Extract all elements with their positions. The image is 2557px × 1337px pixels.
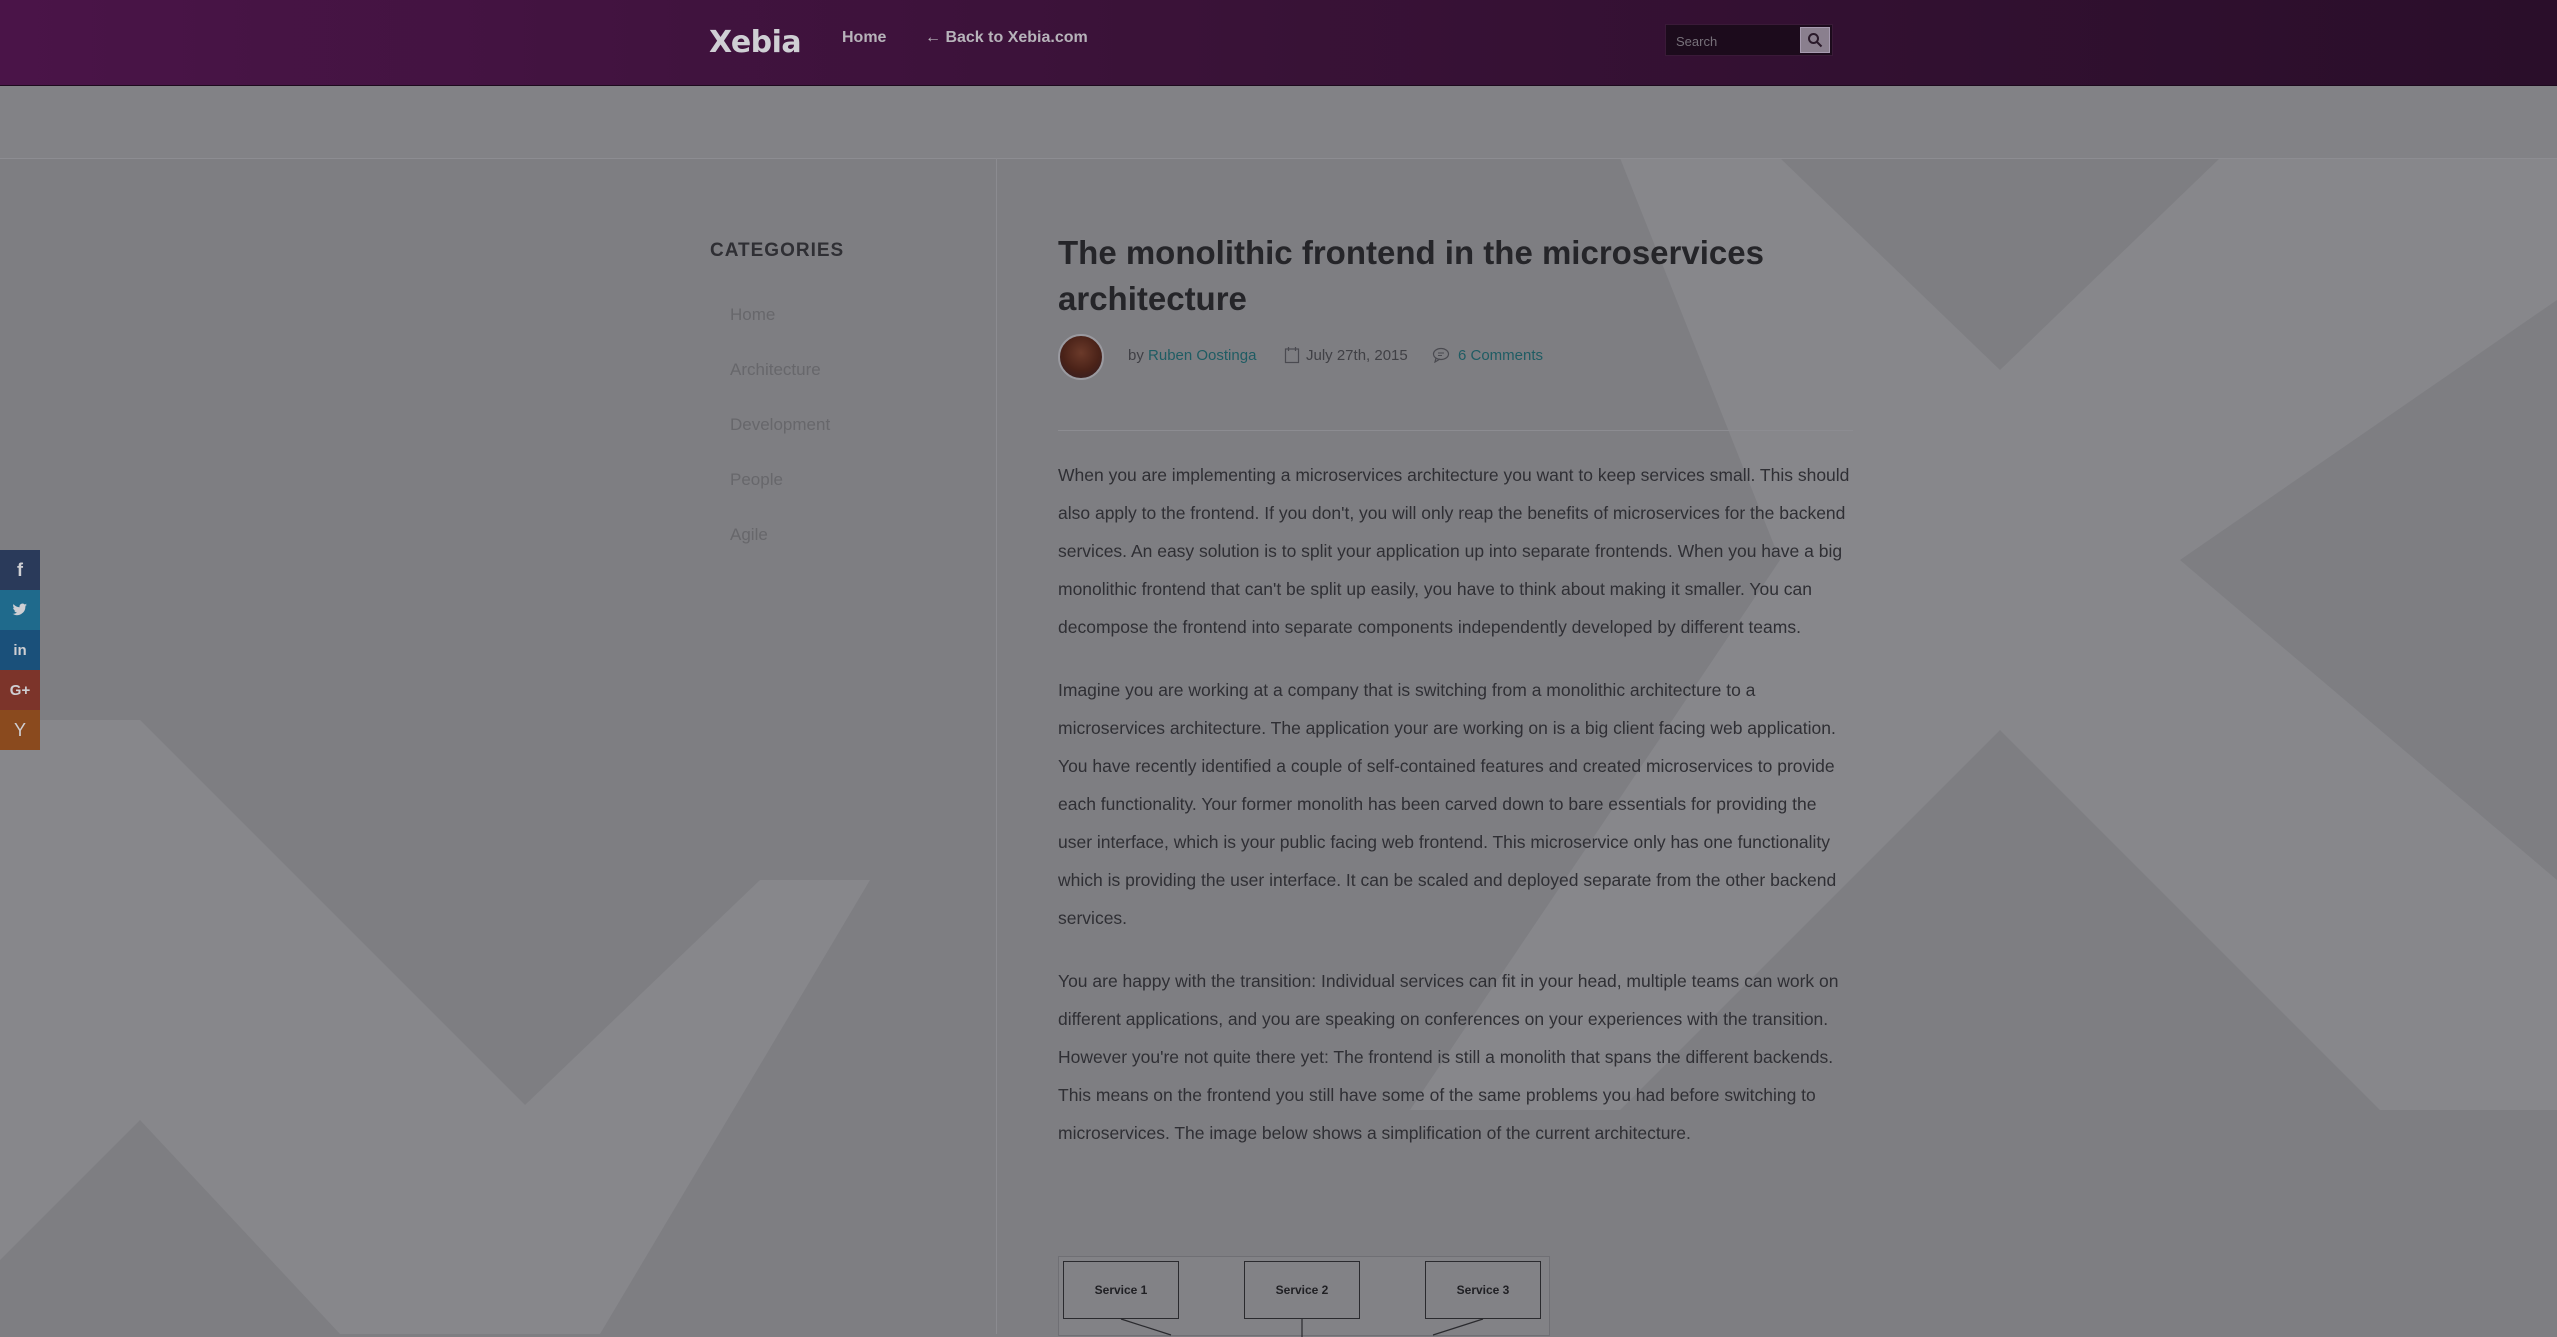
article-title: The monolithic frontend in the microserv… bbox=[1058, 234, 1764, 317]
author-avatar[interactable] bbox=[1058, 334, 1104, 380]
category-item-home[interactable]: Home bbox=[730, 305, 830, 360]
meta-divider bbox=[1058, 430, 1853, 431]
article-meta: by Ruben Oostinga July 27th, 2015 6 Comm… bbox=[1058, 334, 1853, 398]
category-item-agile[interactable]: Agile bbox=[730, 525, 830, 580]
categories-heading: CATEGORIES bbox=[710, 240, 845, 261]
nav-home-link[interactable]: Home bbox=[842, 29, 886, 47]
comments-link[interactable]: 6 Comments bbox=[1458, 347, 1543, 364]
category-item-development[interactable]: Development bbox=[730, 415, 830, 470]
search-input[interactable] bbox=[1674, 29, 1798, 53]
category-item-people[interactable]: People bbox=[730, 470, 830, 525]
author-link[interactable]: Ruben Oostinga bbox=[1148, 347, 1256, 364]
twitter-share-button[interactable] bbox=[0, 590, 40, 630]
calendar-icon bbox=[1284, 347, 1300, 364]
paragraph-2: Imagine you are working at a company tha… bbox=[1058, 680, 1837, 928]
logo-text: Xebia bbox=[709, 24, 802, 60]
byline-prefix: by bbox=[1128, 347, 1144, 364]
comments-icon bbox=[1432, 347, 1450, 363]
architecture-diagram: Service 1 Service 2 Service 3 bbox=[1058, 1256, 1550, 1337]
hacker-news-share-button[interactable]: Y bbox=[0, 710, 40, 750]
hacker-news-icon: Y bbox=[13, 719, 26, 740]
article-body: When you are implementing a microservice… bbox=[1058, 456, 1853, 1177]
back-to-xebia-link[interactable]: ← Back to Xebia.com bbox=[925, 29, 1088, 47]
author-byline: by Ruben Oostinga bbox=[1128, 347, 1256, 364]
sub-header-band bbox=[0, 86, 2557, 159]
search-icon bbox=[1808, 33, 1823, 48]
google-plus-icon: G+ bbox=[9, 681, 31, 699]
column-divider bbox=[996, 158, 997, 1334]
twitter-icon bbox=[12, 603, 27, 616]
top-navigation-bar: Xebia Home ← Back to Xebia.com bbox=[0, 0, 2557, 86]
article: The monolithic frontend in the microserv… bbox=[1058, 230, 1853, 1143]
search-box bbox=[1665, 24, 1833, 56]
category-item-architecture[interactable]: Architecture bbox=[730, 360, 830, 415]
facebook-icon: f bbox=[17, 559, 23, 580]
linkedin-icon: in bbox=[13, 641, 27, 659]
paragraph-1: When you are implementing a microservice… bbox=[1058, 465, 1850, 637]
xebia-logo[interactable]: Xebia bbox=[709, 20, 802, 64]
diagram-connectors bbox=[1120, 1318, 1484, 1337]
google-plus-share-button[interactable]: G+ bbox=[0, 670, 40, 710]
facebook-share-button[interactable]: f bbox=[0, 550, 40, 590]
categories-list: Home Architecture Development People Agi… bbox=[730, 305, 830, 580]
linkedin-share-button[interactable]: in bbox=[0, 630, 40, 670]
search-button[interactable] bbox=[1800, 27, 1830, 53]
social-share-bar: f in G+ Y bbox=[0, 550, 40, 750]
post-date: July 27th, 2015 bbox=[1306, 347, 1408, 364]
paragraph-3: You are happy with the transition: Indiv… bbox=[1058, 971, 1839, 1143]
